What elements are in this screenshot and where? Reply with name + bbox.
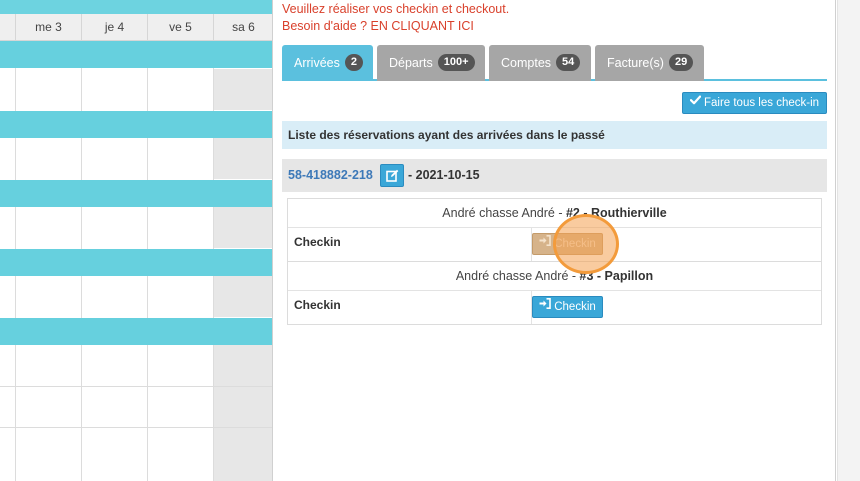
calendar-cell[interactable]: [214, 386, 272, 481]
page-scrollbar[interactable]: [837, 0, 860, 481]
tab-bar: Arrivées 2 Départs 100+ Comptes 54 Facture(…: [282, 45, 827, 81]
tab-count-badge: 54: [556, 54, 581, 72]
calendar-row-divider: [0, 386, 272, 387]
instruction-message: Veuillez réaliser vos checkin et checkou…: [282, 2, 510, 16]
calendar-grid: me 3 je 4 ve 5 sa 6: [0, 0, 272, 481]
day-column-header: me 3: [15, 14, 81, 41]
calendar-booking-band[interactable]: [0, 41, 272, 68]
guest-name: André chasse André -: [442, 206, 566, 220]
edit-reservation-button[interactable]: [380, 164, 404, 187]
tab-count-badge: 2: [344, 54, 363, 72]
checkin-all-label: Faire tous les check-in: [703, 97, 820, 110]
calendar-booking-band[interactable]: [0, 318, 272, 345]
reservation-header: 58-418882-218 - 2021-10-15: [282, 159, 827, 192]
room-header: André chasse André - #3 - Papillon: [288, 262, 821, 291]
checkin-row-label: Checkin: [294, 235, 341, 249]
app-root: me 3 je 4 ve 5 sa 6 Veuillez réaliser vo…: [0, 0, 860, 481]
calendar-body: [0, 41, 272, 481]
room-header: André chasse André - #2 - Routhierville: [288, 199, 821, 228]
tab-label: Arrivées: [294, 56, 340, 70]
sign-in-icon: [539, 233, 552, 253]
checkin-panel: Veuillez réaliser vos checkin et checkou…: [272, 0, 836, 481]
day-column-header: je 4: [81, 14, 147, 41]
tab-count-badge: 29: [668, 54, 694, 72]
tab-invoices[interactable]: Facture(s) 29: [595, 45, 704, 81]
calendar-cell[interactable]: [214, 138, 272, 179]
calendar-row-divider: [0, 427, 272, 428]
calendar-cell[interactable]: [214, 345, 272, 386]
calendar-day-header: me 3 je 4 ve 5 sa 6: [0, 14, 272, 41]
calendar-cell[interactable]: [214, 276, 272, 317]
room-name: #3 - Papillon: [579, 269, 654, 283]
checkin-all-button[interactable]: Faire tous les check-in: [682, 92, 827, 114]
checkin-button-label: Checkin: [554, 301, 596, 314]
reservation-date: - 2021-10-15: [408, 168, 480, 182]
calendar-booking-band[interactable]: [0, 180, 272, 207]
day-column-header-partial: [0, 14, 15, 41]
room-checkin-table: André chasse André - #2 - Routhierville …: [287, 198, 822, 262]
tab-label: Comptes: [501, 56, 552, 70]
checkin-row: Checkin Checkin: [288, 228, 821, 261]
checkin-button[interactable]: Checkin: [532, 233, 603, 255]
help-link[interactable]: Besoin d'aide ? EN CLIQUANT ICI: [282, 19, 474, 33]
calendar-booking-band[interactable]: [0, 249, 272, 276]
room-checkin-table: André chasse André - #3 - Papillon Check…: [287, 261, 822, 325]
checkin-row-label: Checkin: [294, 298, 341, 312]
calendar-booking-band[interactable]: [0, 111, 272, 138]
reservation-number-link[interactable]: 58-418882-218: [288, 159, 373, 192]
sign-in-icon: [539, 296, 552, 316]
tab-label: Facture(s): [607, 56, 664, 70]
tab-departures[interactable]: Départs 100+: [377, 45, 485, 81]
checkin-button[interactable]: Checkin: [532, 296, 603, 318]
room-name: #2 - Routhierville: [565, 206, 667, 220]
guest-name: André chasse André -: [455, 269, 580, 283]
tab-arrivals[interactable]: Arrivées 2: [282, 45, 373, 81]
day-column-header: ve 5: [147, 14, 213, 41]
day-column-header: sa 6: [213, 14, 272, 41]
tab-label: Départs: [389, 56, 433, 70]
calendar-cell[interactable]: [214, 69, 272, 110]
checkin-button-label: Checkin: [554, 238, 596, 251]
edit-icon: [386, 169, 399, 187]
calendar-top-band: [0, 0, 272, 14]
tab-accounts[interactable]: Comptes 54: [489, 45, 591, 81]
section-title: Liste des réservations ayant des arrivée…: [282, 121, 827, 149]
checkin-row: Checkin Checkin: [288, 291, 821, 324]
tab-count-badge: 100+: [437, 54, 475, 72]
check-icon: [689, 92, 702, 112]
calendar-cell[interactable]: [214, 207, 272, 248]
